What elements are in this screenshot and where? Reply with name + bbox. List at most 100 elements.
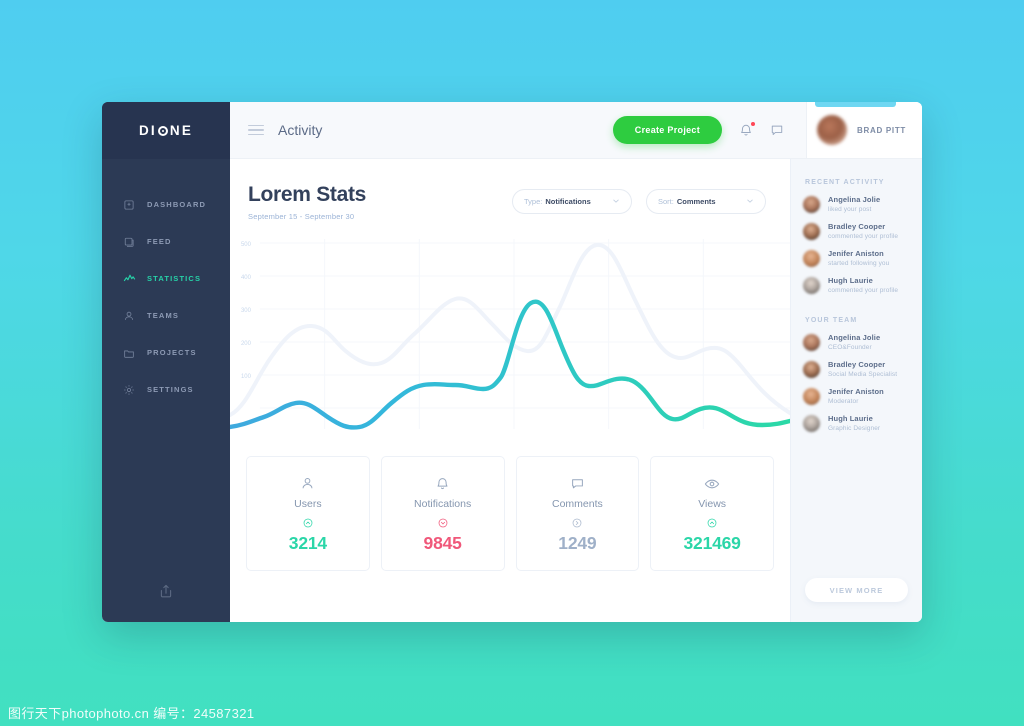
stat-card-views[interactable]: Views 321469 [650,456,774,571]
stat-value: 9845 [423,533,462,553]
logo-text-after: NE [169,123,194,138]
watermark: 图行天下photophoto.cn 编号：24587321 [8,706,255,721]
y-tick-label: 300 [241,308,252,314]
sidebar-item-label: FEED [147,237,172,246]
up-circle-icon [707,517,717,528]
list-item-role: Moderator [828,398,859,405]
list-item-text: Angelina Jolie CEO&Founder [828,333,880,351]
stat-card-comments[interactable]: Comments 1249 [515,456,640,571]
stats-title-group: Lorem Stats September 15 - September 30 [248,183,366,221]
list-item[interactable]: Jenifer Aniston Moderator [803,387,912,405]
sidebar-item-statistics[interactable]: STATISTICS [102,260,230,297]
list-item-role: Social Media Specialist [828,371,898,378]
list-item[interactable]: Angelina Jolie liked your post [803,195,912,213]
content-row: Lorem Stats September 15 - September 30 … [230,159,922,622]
sidebar-item-label: SETTINGS [147,385,194,394]
activity-line-chart: 500 400 300 200 100 [230,229,790,444]
chart-line-secondary [230,243,790,417]
bell-icon[interactable] [739,122,756,137]
y-tick-label: 100 [241,374,252,380]
stat-card-notifications[interactable]: Notifications 9845 [380,456,505,571]
hamburger-icon[interactable] [248,124,264,136]
list-item-text: Hugh Laurie Graphic Designer [828,414,880,432]
list-item[interactable]: Bradley Cooper Social Media Specialist [803,360,912,378]
sidebar-item-teams[interactable]: TEAMS [102,297,230,334]
sidebar-item-dashboard[interactable]: DASHBOARD [102,186,230,223]
stat-label: Notifications [414,498,472,510]
filter-sort-label: Sort: [658,197,674,206]
list-item-name: Bradley Cooper [828,360,886,369]
recent-activity-list: Angelina Jolie liked your post Bradley C… [791,195,922,303]
down-circle-icon [438,517,448,528]
list-item-name: Hugh Laurie [828,276,873,285]
stat-value: 1249 [558,533,597,553]
stat-cards: Users 3214 Notifications 9845 Comments 1… [230,444,790,593]
notification-badge [751,122,756,126]
teams-icon [122,309,136,323]
user-menu[interactable]: BRAD PITT [806,102,922,158]
logo-text-before: DI [138,123,157,138]
sidebar-item-label: PROJECTS [147,348,197,357]
up-circle-icon [303,517,313,528]
list-item-name: Hugh Laurie [828,414,873,423]
sidebar-item-label: TEAMS [147,311,179,320]
message-icon [570,475,585,492]
avatar [817,115,848,145]
feed-icon [122,235,136,249]
y-tick-label: 500 [241,242,252,248]
y-tick-label: 200 [241,341,252,347]
filter-sort[interactable]: Sort: Comments [646,189,766,214]
view-more-button[interactable]: VIEW MORE [805,578,908,602]
message-icon[interactable] [770,123,784,137]
brand-logo[interactable]: DI NE [102,102,230,159]
stat-value: 3214 [288,533,327,553]
chevron-down-icon [746,197,754,207]
list-item-text: Angelina Jolie liked your post [828,195,880,213]
sidebar-item-label: DASHBOARD [147,200,207,209]
list-item[interactable]: Jenifer Aniston started following you [803,249,912,267]
filter-type-label: Type: [524,197,543,206]
create-project-button[interactable]: Create Project [612,116,723,144]
sidebar-item-settings[interactable]: SETTINGS [102,371,230,408]
main-column: Activity Create Project BRAD PITT Lorem … [230,102,922,622]
chart-gridlines [259,239,790,429]
list-item[interactable]: Bradley Cooper commented your profile [803,222,912,240]
list-item-role: Graphic Designer [828,425,881,432]
list-item-text: Hugh Laurie commented your profile [828,276,898,294]
share-icon[interactable] [158,583,174,604]
chevron-down-icon [612,197,620,207]
stats-date-range: September 15 - September 30 [248,212,355,221]
list-item-text: Bradley Cooper commented your profile [828,222,898,240]
list-item[interactable]: Hugh Laurie Graphic Designer [803,414,912,432]
right-rail: RECENT ACTIVITY Angelina Jolie liked you… [790,159,922,622]
avatar [803,333,820,351]
list-item[interactable]: Hugh Laurie commented your profile [803,276,912,294]
sidebar-item-feed[interactable]: FEED [102,223,230,260]
list-item-sub: commented your profile [828,287,899,294]
topbar: Activity Create Project BRAD PITT [230,102,922,159]
avatar [803,387,820,405]
list-item-sub: commented your profile [828,233,899,240]
list-item-name: Angelina Jolie [828,333,881,342]
avatar [803,414,820,432]
your-team-heading: YOUR TEAM [805,317,858,324]
filter-sort-value: Comments [676,197,716,206]
list-item-name: Jenifer Aniston [828,387,884,396]
sidebar-nav: DASHBOARD FEED STATISTICS TEAMS PROJECTS… [102,186,230,564]
chart-svg: 500 400 300 200 100 [230,239,790,430]
chart-line-primary [230,299,790,430]
center-panel: Lorem Stats September 15 - September 30 … [230,159,790,622]
brand-logo-text: DI NE [139,123,193,138]
sidebar-item-projects[interactable]: PROJECTS [102,334,230,371]
filter-type-value: Notifications [545,197,591,206]
filter-type[interactable]: Type: Notifications [512,189,632,214]
sidebar-item-label: STATISTICS [147,274,202,283]
list-item-sub: started following you [828,260,890,267]
stat-card-users[interactable]: Users 3214 [246,456,370,571]
avatar [803,222,820,240]
logo-o-icon [158,125,169,136]
your-team-list: Angelina Jolie CEO&Founder Bradley Coope… [791,333,922,441]
page-title: Activity [278,122,323,138]
list-item[interactable]: Angelina Jolie CEO&Founder [803,333,912,351]
stat-label: Comments [551,498,603,510]
